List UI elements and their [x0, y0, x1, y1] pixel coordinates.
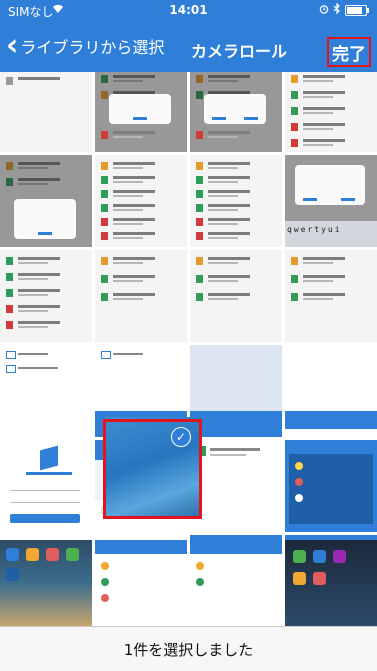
checkmark-icon: ✓ — [171, 427, 191, 447]
photo-picker-screen: SIMなし 14:01 ‹ ライブラリから選択 カメラロール 完了 qwerty… — [0, 0, 377, 671]
selection-count-label: 1件を選択しました — [123, 641, 254, 659]
photo-thumbnail[interactable] — [190, 155, 282, 247]
photo-thumbnail[interactable] — [190, 72, 282, 152]
photo-thumbnail[interactable] — [95, 250, 187, 342]
navigation-bar: ‹ ライブラリから選択 カメラロール 完了 — [0, 20, 377, 72]
photo-thumbnail[interactable] — [190, 345, 282, 437]
photo-thumbnail[interactable] — [285, 440, 377, 532]
photo-thumbnail[interactable] — [0, 155, 92, 247]
photo-thumbnail[interactable] — [95, 72, 187, 152]
photo-thumbnail[interactable] — [285, 540, 377, 626]
battery-icon — [345, 4, 369, 16]
back-button-label: ライブラリから選択 — [20, 38, 165, 57]
photo-thumbnail[interactable] — [0, 345, 92, 437]
photo-thumbnail[interactable] — [0, 440, 92, 532]
photo-thumbnail[interactable] — [285, 345, 377, 437]
photo-thumbnail[interactable] — [95, 540, 187, 626]
photo-thumbnail[interactable] — [190, 250, 282, 342]
photo-grid: qwertyui ✓ — [0, 72, 377, 626]
photo-thumbnail[interactable] — [0, 250, 92, 342]
photo-thumbnail[interactable] — [190, 440, 282, 532]
status-bar: SIMなし 14:01 — [0, 0, 377, 20]
photo-thumbnail[interactable] — [0, 540, 92, 626]
photo-thumbnail[interactable] — [95, 155, 187, 247]
done-button[interactable]: 完了 — [327, 37, 371, 67]
chevron-left-icon: ‹ — [6, 28, 19, 63]
alarm-icon — [319, 3, 329, 17]
photo-thumbnail[interactable] — [285, 72, 377, 152]
photo-thumbnail[interactable] — [0, 72, 92, 152]
bluetooth-icon — [333, 2, 341, 17]
photo-thumbnail[interactable] — [285, 250, 377, 342]
page-title: カメラロール — [191, 42, 288, 61]
selection-footer: 1件を選択しました — [0, 626, 377, 671]
back-button[interactable]: ‹ ライブラリから選択 — [6, 28, 165, 63]
photo-thumbnail[interactable]: qwertyui — [285, 155, 377, 247]
photo-thumbnail[interactable] — [190, 540, 282, 626]
